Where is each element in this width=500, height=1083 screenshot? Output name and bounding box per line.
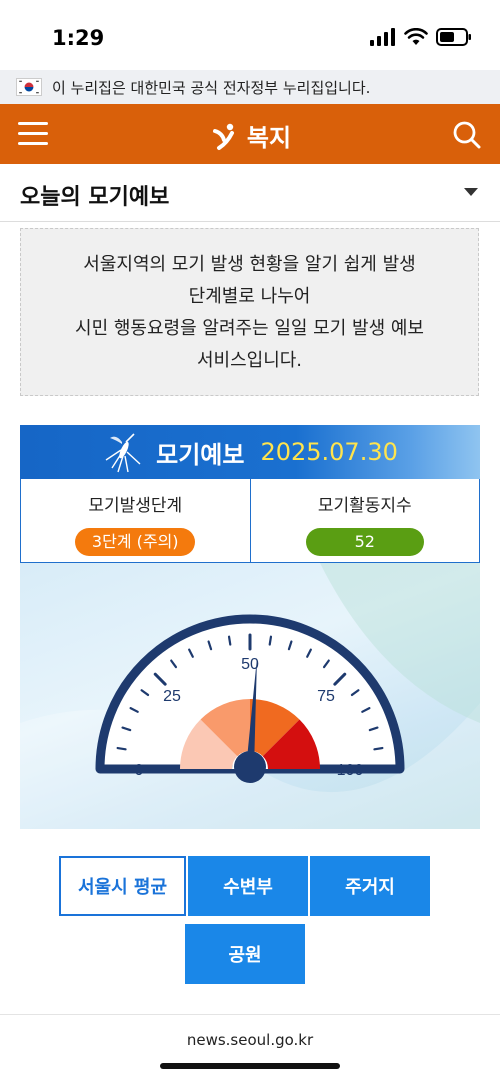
gauge-tick: [227, 635, 232, 646]
battery-icon: [436, 28, 471, 46]
tab-residential[interactable]: 주거지: [310, 856, 430, 916]
mosquito-index-gauge: 0 25 50 75 100: [20, 563, 480, 829]
description-line: 단계별로 나누어: [188, 286, 311, 307]
description-box: 서울지역의 모기 발생 현황을 알기 쉽게 발생 단계별로 나누어 시민 행동요…: [20, 228, 479, 396]
gauge-panel: 0 25 50 75 100: [20, 563, 480, 829]
browser-url-bar[interactable]: news.seoul.go.kr: [0, 1014, 500, 1066]
forecast-title: 모기예보: [156, 440, 245, 469]
korea-flag-icon: [16, 78, 42, 96]
tab-seoul-average[interactable]: 서울시 평균: [59, 856, 186, 916]
gauge-tick: [116, 746, 127, 751]
cellular-signal-icon: [370, 28, 395, 46]
gauge-tick: [268, 635, 273, 646]
chevron-down-icon: [464, 188, 478, 196]
tab-park[interactable]: 공원: [185, 924, 305, 984]
stage-cell: 모기발생단계 3단계 (주의): [21, 479, 250, 562]
description-line: 서비스입니다.: [196, 350, 303, 371]
status-bar: 1:29: [0, 0, 500, 70]
forecast-stats: 모기발생단계 3단계 (주의) 모기활동지수 52: [20, 479, 480, 563]
search-button[interactable]: [452, 120, 482, 150]
mosquito-icon: [105, 433, 141, 473]
status-time: 1:29: [52, 26, 105, 50]
app-header: 복지: [0, 104, 500, 164]
wifi-icon: [404, 28, 428, 45]
forecast-header: 모기예보 2025.07.30: [20, 425, 480, 479]
index-cell: 모기활동지수 52: [249, 479, 480, 562]
section-dropdown[interactable]: 오늘의 모기예보: [0, 164, 500, 222]
home-indicator[interactable]: [160, 1063, 340, 1069]
stage-label: 모기발생단계: [88, 496, 183, 516]
gauge-tick: [373, 746, 384, 751]
stage-badge: 3단계 (주의): [75, 528, 196, 556]
gauge-tick-label-100: 100: [337, 762, 364, 779]
header-title-group[interactable]: 복지: [0, 118, 500, 153]
browser-url: news.seoul.go.kr: [186, 1031, 314, 1049]
gauge-tick-label-25: 25: [163, 688, 181, 705]
gauge-tick-label-50: 50: [241, 656, 259, 673]
description-line: 서울지역의 모기 발생 현황을 알기 쉽게 발생: [83, 254, 416, 275]
gauge-tick-label-75: 75: [317, 688, 335, 705]
gauge-tick-label-0: 0: [135, 762, 144, 779]
search-icon: [453, 121, 481, 149]
index-label: 모기활동지수: [317, 496, 412, 516]
forecast-date: 2025.07.30: [260, 438, 398, 466]
tab-waterside[interactable]: 수변부: [188, 856, 308, 916]
gov-banner: 이 누리집은 대한민국 공식 전자정부 누리집입니다.: [0, 70, 500, 104]
section-title: 오늘의 모기예보: [20, 185, 170, 210]
welfare-logo-icon: [212, 123, 234, 150]
gov-banner-text: 이 누리집은 대한민국 공식 전자정부 누리집입니다.: [52, 78, 371, 97]
status-icons: [370, 28, 472, 46]
index-badge: 52: [305, 528, 424, 556]
gauge-needle-hub: [234, 751, 266, 783]
page-title: 복지: [246, 124, 292, 152]
description-line: 시민 행동요령을 알려주는 일일 모기 발생 예보: [75, 318, 424, 339]
